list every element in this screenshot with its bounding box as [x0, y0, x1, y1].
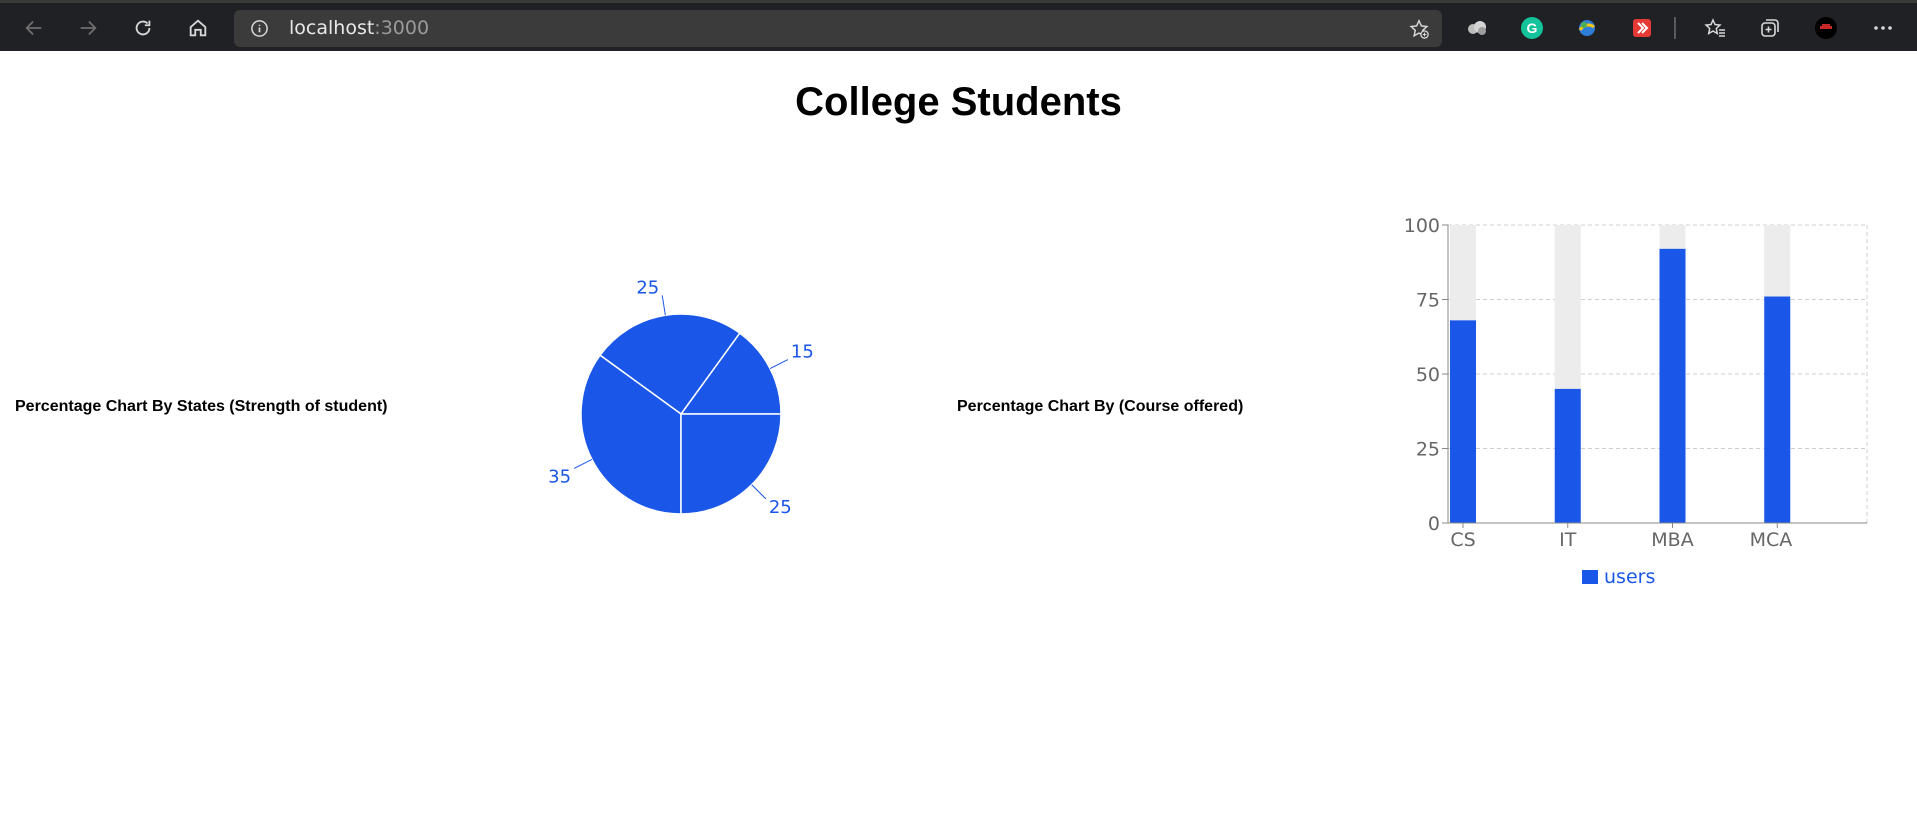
url-host: localhost — [289, 17, 375, 39]
reload-icon[interactable] — [124, 9, 162, 47]
pie-data-label: 15 — [791, 342, 814, 363]
legend-swatch-users — [1582, 570, 1598, 584]
bar — [1450, 320, 1476, 523]
url-text[interactable]: localhost:3000 — [289, 17, 429, 39]
grammarly-icon[interactable]: G — [1519, 15, 1545, 41]
forward-icon[interactable] — [69, 9, 107, 47]
address-bar[interactable]: localhost:3000 — [234, 10, 1442, 47]
browser-toolbar: localhost:3000 G — [0, 0, 1917, 51]
x-tick-label: CS — [1450, 529, 1475, 551]
y-tick-label: 0 — [1428, 513, 1440, 535]
x-tick-label: IT — [1559, 529, 1577, 551]
legend-label-users: users — [1604, 566, 1656, 588]
pie-label-line — [769, 359, 789, 370]
page-title: College Students — [795, 80, 1122, 124]
profile-avatar-icon[interactable] — [1813, 15, 1839, 41]
url-port: :3000 — [374, 17, 430, 39]
home-icon[interactable] — [179, 9, 217, 47]
globe-extension-icon[interactable] — [1574, 15, 1600, 41]
collections-icon[interactable] — [1757, 15, 1783, 41]
pie-chart-label: Percentage Chart By States (Strength of … — [15, 398, 388, 415]
y-tick-label: 50 — [1416, 364, 1440, 386]
red-extension-icon[interactable] — [1629, 15, 1655, 41]
pie-label-line — [661, 295, 666, 316]
back-icon[interactable] — [15, 9, 53, 47]
pie-chart: 15 25 35 25 — [548, 277, 814, 518]
bar — [1554, 388, 1581, 523]
pie-slice — [680, 413, 782, 515]
toolbar-separator — [1674, 17, 1676, 39]
pie-label-line — [751, 484, 767, 500]
x-tick-label: MCA — [1750, 529, 1793, 551]
bar-chart: CS IT MBA MCA 0 25 50 75 100 — [1404, 215, 1868, 551]
info-icon[interactable] — [250, 19, 269, 38]
favorites-icon[interactable] — [1702, 15, 1728, 41]
bar-chart-label: Percentage Chart By (Course offered) — [957, 398, 1244, 415]
x-tick-label: MBA — [1651, 529, 1693, 551]
pie-label-line — [573, 458, 593, 469]
pie-data-label: 35 — [548, 466, 571, 487]
more-icon[interactable] — [1870, 15, 1896, 41]
pie-data-label: 25 — [636, 277, 659, 298]
bar — [1764, 296, 1791, 523]
cloud-extension-icon[interactable] — [1464, 15, 1490, 41]
bar-chart-legend: users — [1582, 566, 1655, 588]
y-tick-label: 25 — [1416, 439, 1440, 461]
pie-data-label: 25 — [769, 497, 792, 518]
bar — [1659, 248, 1686, 523]
y-tick-label: 100 — [1404, 215, 1440, 237]
y-tick-label: 75 — [1416, 290, 1440, 312]
svg-text:G: G — [1527, 20, 1538, 36]
add-favorite-icon[interactable] — [1408, 18, 1430, 40]
